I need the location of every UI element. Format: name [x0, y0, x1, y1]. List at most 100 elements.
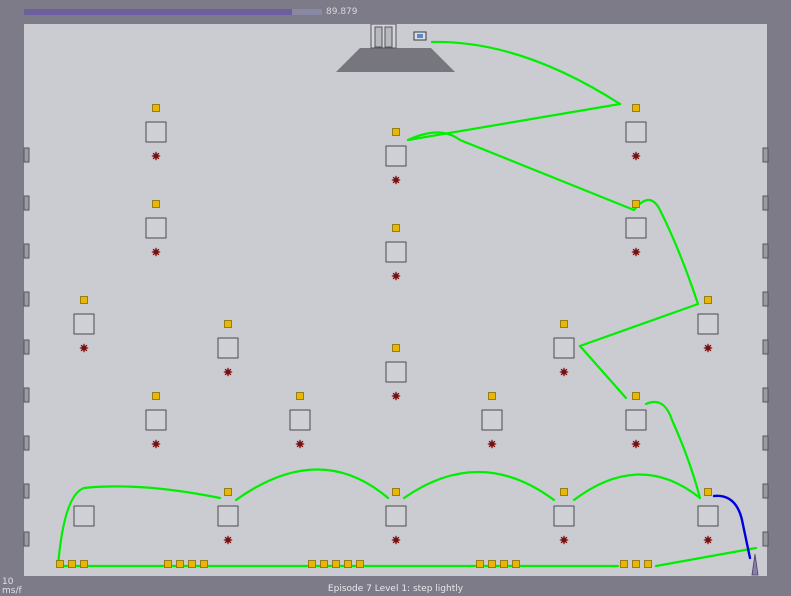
block-tile: [697, 313, 719, 335]
mine-icon: [151, 439, 161, 449]
gold-icon: [164, 560, 172, 568]
gold-icon: [188, 560, 196, 568]
block-tile: [217, 337, 239, 359]
level-canvas: [56, 24, 759, 576]
mine-icon: [223, 535, 233, 545]
gold-icon: [68, 560, 76, 568]
trail-segment: [572, 473, 702, 502]
block-tile: [697, 505, 719, 527]
gold-icon: [560, 488, 568, 496]
gold-icon: [476, 560, 484, 568]
block-tile: [217, 505, 239, 527]
level-playfield: [24, 24, 767, 576]
block-tile: [625, 121, 647, 143]
mine-icon: [151, 247, 161, 257]
trail-segment: [644, 400, 702, 500]
time-remaining: 89.879: [326, 7, 358, 17]
gold-icon: [392, 128, 400, 136]
trail-segment: [578, 344, 628, 400]
trail-segment: [402, 470, 556, 502]
block-tile: [73, 313, 95, 335]
gold-icon: [320, 560, 328, 568]
exit-ramp: [336, 48, 455, 72]
gold-icon: [176, 560, 184, 568]
block-tile: [625, 217, 647, 239]
block-tile: [73, 505, 95, 527]
trail-segment: [578, 302, 700, 348]
gold-icon: [392, 488, 400, 496]
gold-icon: [488, 392, 496, 400]
trail-segment: [406, 131, 636, 212]
gold-icon: [632, 200, 640, 208]
mine-icon: [391, 175, 401, 185]
mine-icon: [295, 439, 305, 449]
mine-icon: [391, 535, 401, 545]
mine-icon: [79, 343, 89, 353]
exit-platform: [336, 48, 455, 72]
block-tile: [145, 217, 167, 239]
mine-icon: [487, 439, 497, 449]
gold-icon: [152, 104, 160, 112]
mine-icon: [559, 367, 569, 377]
mine-icon: [703, 343, 713, 353]
gold-icon: [80, 560, 88, 568]
trail-segment: [654, 546, 758, 568]
mine-icon: [631, 247, 641, 257]
gold-icon: [704, 488, 712, 496]
block-tile: [385, 505, 407, 527]
block-tile: [385, 241, 407, 263]
mine-icon: [391, 391, 401, 401]
gold-icon: [620, 560, 628, 568]
gold-icon: [152, 392, 160, 400]
exit-door-icon: [370, 24, 397, 49]
trail-segment: [632, 198, 700, 306]
block-tile: [289, 409, 311, 431]
gold-icon: [632, 560, 640, 568]
block-tile: [145, 121, 167, 143]
gold-icon: [344, 560, 352, 568]
episode-title: Episode 7 Level 1: step lightly: [327, 584, 464, 594]
gold-icon: [512, 560, 520, 568]
gold-icon: [632, 392, 640, 400]
time-bar: [24, 9, 322, 15]
ninja-icon: [751, 553, 759, 576]
mine-icon: [151, 151, 161, 161]
trail-segment: [234, 468, 390, 502]
gold-icon: [488, 560, 496, 568]
gold-icon: [704, 296, 712, 304]
gold-icon: [224, 320, 232, 328]
block-tile: [385, 361, 407, 383]
trail-segment-current: [712, 494, 752, 560]
exit-switch-icon: [413, 31, 427, 41]
gold-icon: [644, 560, 652, 568]
gold-icon: [200, 560, 208, 568]
mine-icon: [631, 151, 641, 161]
block-tile: [553, 337, 575, 359]
mine-icon: [559, 535, 569, 545]
mine-icon: [631, 439, 641, 449]
gold-icon: [224, 488, 232, 496]
block-tile: [145, 409, 167, 431]
time-bar-fill: [24, 9, 292, 15]
gold-layer: [56, 104, 712, 568]
block-tile: [385, 145, 407, 167]
gold-icon: [152, 200, 160, 208]
block-tile: [481, 409, 503, 431]
gold-icon: [632, 104, 640, 112]
mine-icon: [391, 271, 401, 281]
gold-icon: [500, 560, 508, 568]
gold-icon: [560, 320, 568, 328]
gold-icon: [392, 344, 400, 352]
gold-icon: [80, 296, 88, 304]
trail-segment: [406, 102, 622, 142]
gold-icon: [56, 560, 64, 568]
gold-icon: [296, 392, 304, 400]
mine-icon: [223, 367, 233, 377]
block-tile: [625, 409, 647, 431]
gold-icon: [308, 560, 316, 568]
trail-segment: [430, 40, 622, 106]
block-tile: [553, 505, 575, 527]
gold-icon: [392, 224, 400, 232]
mine-icon: [703, 535, 713, 545]
ninja-path-trail: [56, 40, 758, 568]
